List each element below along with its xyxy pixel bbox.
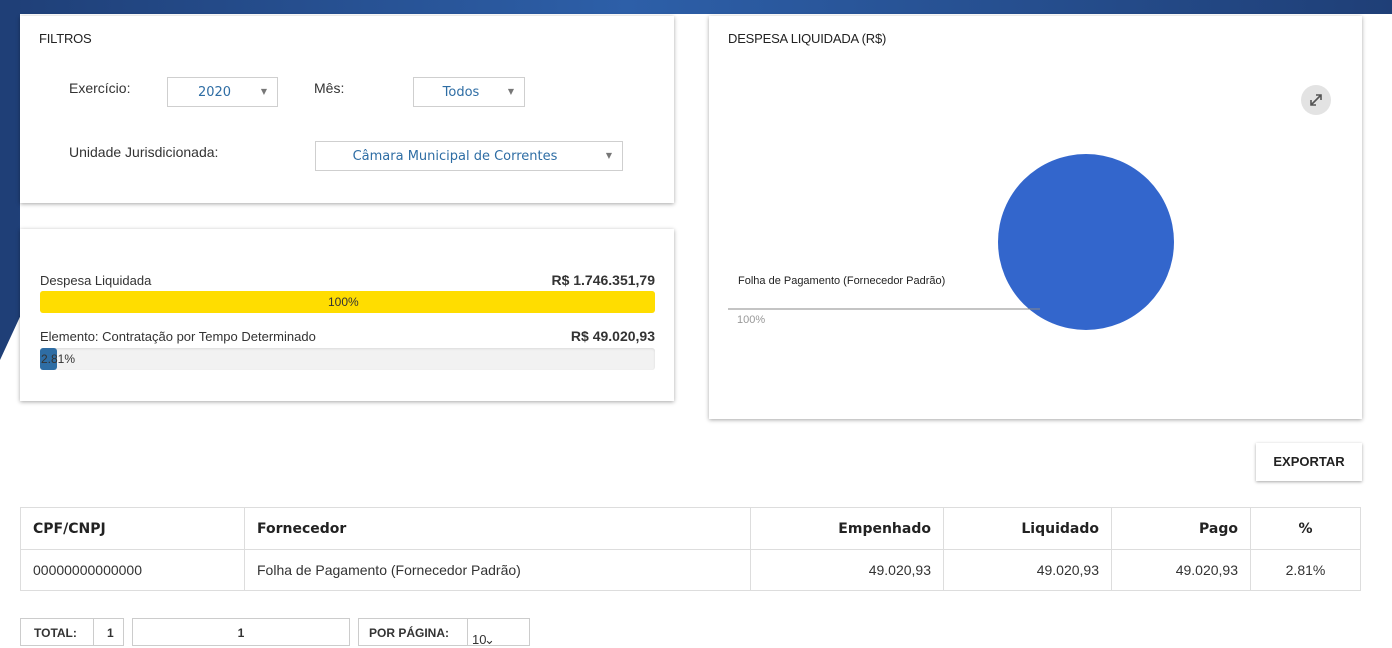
page: FILTROS Exercício: 2020 ▼ Mês: Todos ▼ U… [0,0,1392,647]
pie-slice-label: Folha de Pagamento (Fornecedor Padrão) [738,275,946,287]
cell-cpf-cnpj: 00000000000000 [20,549,245,591]
unidade-value: Câmara Municipal de Correntes [352,149,558,164]
exercicio-value: 2020 [197,85,232,100]
pie-slice[interactable] [998,154,1174,330]
header-fornecedor[interactable]: Fornecedor [244,507,751,550]
table-row: 00000000000000 Folha de Pagamento (Forne… [20,549,1361,591]
per-page-label: POR PÁGINA: [369,626,450,640]
elemento-value: R$ 49.020,93 [570,328,655,344]
header-liquidado[interactable]: Liquidado [943,507,1112,550]
per-page-control: POR PÁGINA: 10 ⌄ [358,618,530,647]
cell-liquidado-link[interactable]: 49.020,93 [943,549,1112,591]
mes-select[interactable]: Todos ▼ [413,77,525,107]
chevron-down-icon: ▼ [507,87,514,96]
pie-slice-percent: 100% [737,314,766,326]
unidade-select[interactable]: Câmara Municipal de Correntes ▼ [315,141,623,171]
cell-fornecedor: Folha de Pagamento (Fornecedor Padrão) [244,549,751,591]
elemento-percent: 2.81% [41,352,76,366]
despesa-value: R$ 1.746.351,79 [551,272,655,288]
mes-label: Mês: [314,80,345,96]
filters-card: FILTROS Exercício: 2020 ▼ Mês: Todos ▼ U… [20,16,674,203]
unidade-label: Unidade Jurisdicionada: [69,144,219,160]
pager-total: TOTAL: 1 [20,618,124,646]
cell-empenhado: 49.020,93 [750,549,944,591]
page-number-input[interactable]: 1 [132,618,350,646]
header-empenhado[interactable]: Empenhado [750,507,944,550]
pager-divider [93,619,94,645]
exercicio-select[interactable]: 2020 ▼ [167,77,278,107]
header-pago[interactable]: Pago [1111,507,1251,550]
exercicio-label: Exercício: [69,80,131,96]
header-cpf-cnpj[interactable]: CPF/CNPJ [20,507,245,550]
elemento-progress-bar: 2.81% [40,348,655,370]
fornecedores-table: CPF/CNPJ Fornecedor Empenhado Liquidado … [20,507,1361,591]
header-percent[interactable]: % [1250,507,1361,550]
filters-title: FILTROS [39,31,92,46]
despesa-label: Despesa Liquidada [40,273,152,288]
chevron-down-icon: ▼ [260,87,267,96]
chart-card: DESPESA LIQUIDADA (R$) Folha de Pagament… [709,16,1362,419]
despesa-percent: 100% [328,295,359,309]
summary-card: Despesa Liquidada R$ 1.746.351,79 100% E… [20,229,674,401]
mes-value: Todos [442,85,480,100]
despesa-progress-bar: 100% [40,291,655,313]
chevron-down-icon: ▼ [605,151,612,160]
elemento-label: Elemento: Contratação por Tempo Determin… [40,329,316,344]
pager-total-label: TOTAL: [34,626,77,640]
table-header-row: CPF/CNPJ Fornecedor Empenhado Liquidado … [20,507,1361,550]
pie-chart [728,154,1174,330]
pager-total-value: 1 [107,626,114,640]
pager-divider [467,619,468,645]
page-number-value: 1 [237,626,245,640]
cell-pago: 49.020,93 [1111,549,1251,591]
cell-percent: 2.81% [1250,549,1361,591]
export-button[interactable]: EXPORTAR [1256,443,1362,481]
